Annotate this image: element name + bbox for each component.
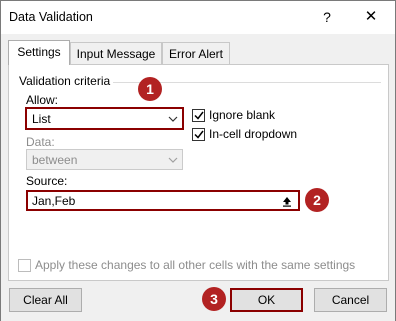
tab-input-message[interactable]: Input Message	[70, 42, 162, 64]
apply-all-label: Apply these changes to all other cells w…	[35, 258, 356, 272]
allow-label: Allow:	[26, 93, 59, 107]
clear-all-label: Clear All	[23, 293, 68, 307]
data-validation-dialog: Data Validation ? ✕ Settings Input Messa…	[0, 0, 396, 321]
validation-criteria-label: Validation criteria	[19, 74, 111, 88]
tab-settings-label: Settings	[17, 45, 61, 59]
dialog-title: Data Validation	[9, 10, 93, 24]
in-cell-dropdown-label: In-cell dropdown	[209, 127, 298, 141]
data-value: between	[32, 153, 78, 167]
ok-button[interactable]: OK	[230, 288, 303, 312]
allow-dropdown[interactable]: List	[25, 107, 184, 130]
step-badge-2: 2	[305, 188, 329, 212]
tab-error-alert[interactable]: Error Alert	[162, 42, 230, 64]
check-icon	[192, 108, 205, 122]
data-label: Data:	[26, 135, 55, 149]
cancel-button[interactable]: Cancel	[314, 288, 387, 312]
check-icon	[192, 127, 205, 141]
help-button[interactable]: ?	[319, 9, 335, 27]
checkbox-box-icon	[18, 258, 31, 272]
source-value: Jan,Feb	[32, 194, 76, 208]
tab-input-message-label: Input Message	[76, 47, 156, 61]
source-input[interactable]: Jan,Feb	[26, 190, 300, 211]
title-bar: Data Validation ? ✕	[1, 1, 395, 34]
ignore-blank-checkbox[interactable]: Ignore blank	[192, 108, 275, 122]
tab-error-alert-label: Error Alert	[168, 47, 223, 61]
data-dropdown: between	[26, 149, 183, 170]
chevron-down-icon	[164, 150, 182, 169]
clear-all-button[interactable]: Clear All	[9, 288, 82, 312]
apply-all-checkbox[interactable]: Apply these changes to all other cells w…	[18, 258, 355, 272]
settings-panel	[8, 64, 389, 281]
allow-value: List	[32, 112, 51, 126]
step-badge-3: 3	[202, 287, 226, 311]
in-cell-dropdown-checkbox[interactable]: In-cell dropdown	[192, 127, 297, 141]
step-badge-1: 1	[138, 77, 162, 101]
source-label: Source:	[26, 174, 68, 188]
collapse-dialog-icon[interactable]	[279, 193, 295, 208]
ignore-blank-label: Ignore blank	[209, 108, 276, 122]
tab-settings[interactable]: Settings	[8, 40, 70, 65]
ok-label: OK	[257, 293, 276, 307]
close-button[interactable]: ✕	[361, 7, 381, 27]
cancel-label: Cancel	[331, 293, 370, 307]
chevron-down-icon	[164, 109, 182, 128]
